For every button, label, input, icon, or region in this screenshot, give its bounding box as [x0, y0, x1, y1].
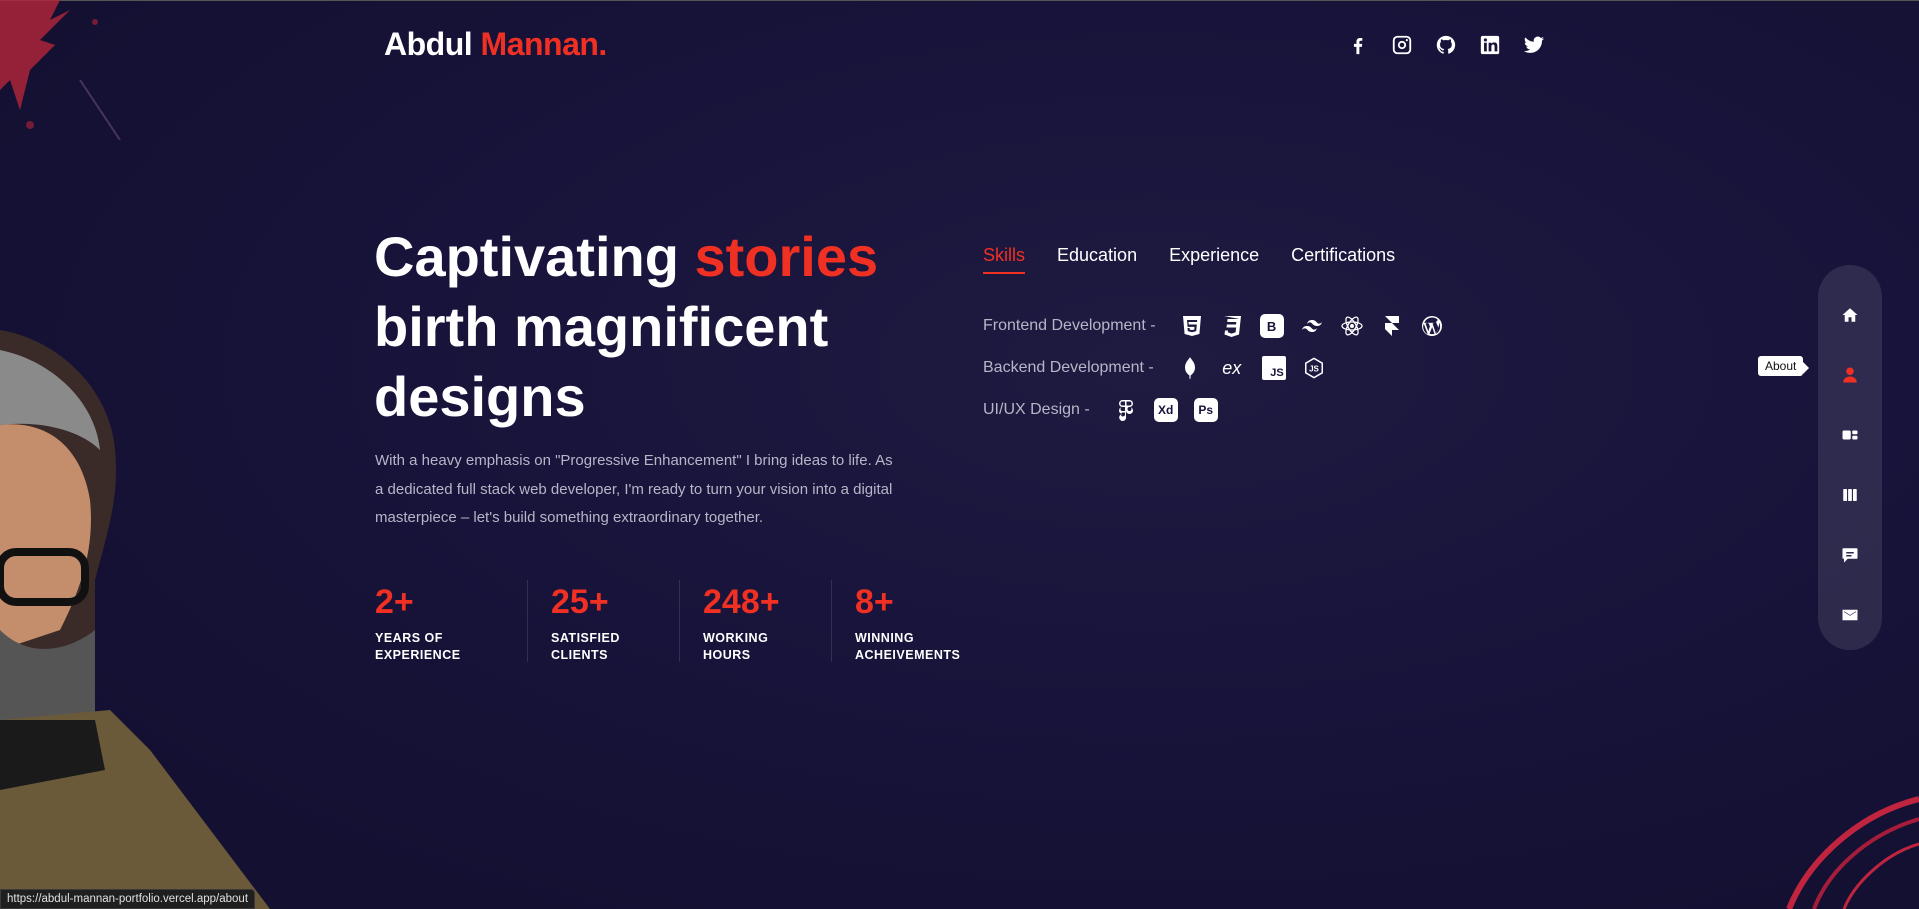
stat-label: YEARS OF EXPERIENCE	[375, 631, 461, 662]
paint-swirl-bottom-right	[1786, 796, 1919, 909]
express-icon: ex	[1222, 357, 1242, 378]
photoshop-icon: Ps	[1193, 398, 1218, 422]
title-line2: birth magnificent	[374, 295, 829, 358]
stat-label: WINNING ACHEIVEMENTS	[855, 631, 961, 662]
linkedin-icon[interactable]	[1477, 32, 1503, 58]
nodejs-icon: JS	[1302, 356, 1326, 380]
hero-description: With a heavy emphasis on "Progressive En…	[375, 452, 893, 526]
tab-experience[interactable]: Experience	[1169, 245, 1259, 274]
user-icon	[1843, 367, 1857, 383]
tab-certifications[interactable]: Certifications	[1291, 245, 1395, 274]
nav-work[interactable]	[1830, 465, 1870, 525]
home-icon	[1842, 308, 1858, 322]
stat-value: 25+	[551, 583, 609, 621]
social-links	[1345, 32, 1547, 58]
github-icon[interactable]	[1433, 32, 1459, 58]
stat-clients: 25+ SATISFIED CLIENTS	[527, 580, 679, 662]
nav-services[interactable]	[1830, 405, 1870, 465]
skill-row-frontend: Frontend Development - B	[983, 305, 1444, 347]
stat-divider	[831, 580, 832, 662]
stat-label: SATISFIED CLIENTS	[551, 631, 620, 662]
wordpress-icon	[1420, 314, 1444, 338]
stats-row: 2+ YEARS OF EXPERIENCE 25+ SATISFIED CLI…	[375, 580, 983, 662]
adobe-xd-icon: Xd	[1153, 398, 1178, 422]
html5-icon	[1180, 314, 1204, 338]
stat-value: 2+	[375, 583, 414, 621]
stat-divider	[527, 580, 528, 662]
tab-education[interactable]: Education	[1057, 245, 1137, 274]
browser-status-url: https://abdul-mannan-portfolio.vercel.ap…	[0, 889, 256, 909]
stat-achievements: 8+ WINNING ACHEIVEMENTS	[831, 580, 983, 662]
nav-tooltip: About	[1758, 356, 1810, 376]
avatar-portrait	[0, 330, 270, 909]
work-icon	[1842, 430, 1858, 440]
instagram-icon[interactable]	[1389, 32, 1415, 58]
portfolio-icon	[1843, 489, 1857, 501]
stat-hours: 248+ WORKING HOURS	[679, 580, 831, 662]
tab-skills[interactable]: Skills	[983, 245, 1026, 274]
skills-list: Frontend Development - B Backend Develop…	[983, 305, 1444, 431]
twitter-icon[interactable]	[1521, 32, 1547, 58]
side-navigation	[1818, 265, 1882, 650]
stat-divider	[679, 580, 680, 662]
nav-about[interactable]	[1830, 345, 1870, 405]
css3-icon	[1220, 314, 1244, 338]
javascript-icon: JS	[1261, 356, 1286, 380]
react-icon	[1340, 314, 1364, 338]
stat-value: 8+	[855, 583, 894, 621]
testimonial-icon	[1842, 548, 1858, 563]
skill-title: Frontend Development -	[983, 317, 1156, 334]
stat-years: 2+ YEARS OF EXPERIENCE	[375, 580, 527, 662]
about-tabs: Skills Education Experience Certificatio…	[983, 245, 1395, 274]
mail-icon	[1842, 609, 1858, 621]
figma-icon	[1114, 398, 1138, 422]
title-accent: stories	[694, 225, 879, 288]
site-logo[interactable]: Abdul Mannan.	[384, 26, 607, 63]
svg-text:JS: JS	[1309, 365, 1319, 374]
bootstrap-icon: B	[1259, 314, 1284, 338]
skill-title: UI/UX Design -	[983, 401, 1090, 418]
nav-testimonials[interactable]	[1830, 525, 1870, 585]
mongodb-icon	[1178, 356, 1202, 380]
skill-title: Backend Development -	[983, 359, 1154, 376]
browser-top-border	[0, 0, 1919, 1]
stat-label: WORKING HOURS	[703, 631, 769, 662]
framer-icon	[1380, 314, 1404, 338]
facebook-icon[interactable]	[1345, 32, 1371, 58]
title-line3: designs	[374, 365, 586, 428]
tailwind-icon	[1300, 314, 1324, 338]
paint-splash-top-left	[0, 0, 121, 140]
nav-contact[interactable]	[1830, 585, 1870, 645]
logo-name: Abdul	[384, 26, 473, 62]
hero-title: Captivating stories birth magnificent de…	[374, 222, 934, 432]
stat-value: 248+	[703, 583, 780, 621]
title-line1: Captivating	[374, 225, 679, 288]
skill-row-uiux: UI/UX Design - Xd Ps	[983, 389, 1444, 431]
logo-accent: Mannan.	[480, 26, 608, 62]
skill-row-backend: Backend Development - ex JS JS	[983, 347, 1444, 389]
nav-home[interactable]	[1830, 285, 1870, 345]
